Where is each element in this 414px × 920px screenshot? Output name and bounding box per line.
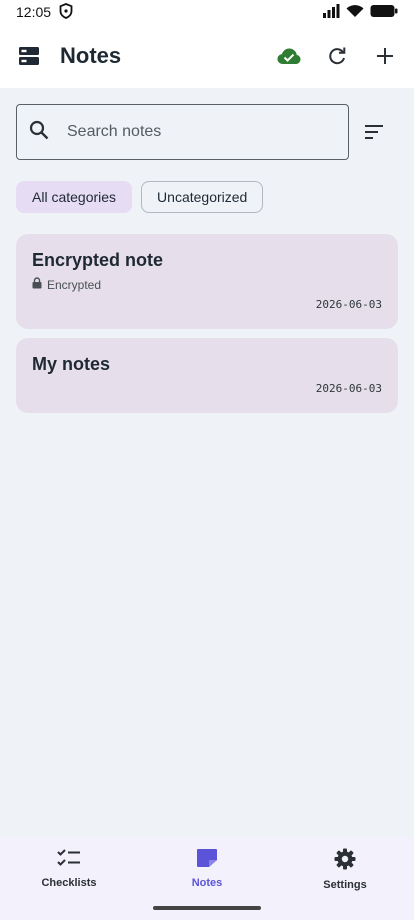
sort-icon[interactable] <box>361 119 387 145</box>
nav-label-settings: Settings <box>323 879 367 891</box>
page-title: Notes <box>60 43 122 68</box>
note-icon <box>196 848 218 873</box>
home-indicator <box>153 906 261 910</box>
status-bar: 12:05 <box>0 0 414 24</box>
app-actions <box>276 43 398 69</box>
nav-item-checklists[interactable]: Checklists <box>0 848 138 889</box>
nav-label-notes: Notes <box>191 877 223 889</box>
note-title: Encrypted note <box>32 250 164 270</box>
gear-icon <box>334 848 356 875</box>
signal-icon <box>322 3 340 21</box>
shield-icon <box>59 2 73 22</box>
search-row <box>16 104 398 160</box>
cloud-done-icon[interactable] <box>276 43 302 69</box>
search-input[interactable] <box>67 123 317 141</box>
note-title: My notes <box>32 354 111 374</box>
note-card[interactable]: My notes 2026-06-03 <box>16 338 398 413</box>
checklist-icon <box>57 848 81 873</box>
nav-label-checklists: Checklists <box>41 877 97 889</box>
category-chips: All categories Uncategorized <box>16 181 264 213</box>
note-card[interactable]: Encrypted note Encrypted 2026-06-03 <box>16 234 398 329</box>
app-bar: Notes <box>0 24 414 88</box>
add-icon[interactable] <box>372 43 398 69</box>
note-date: 2026-06-03 <box>315 298 382 311</box>
wifi-icon <box>346 4 364 21</box>
chip-uncategorized[interactable]: Uncategorized <box>141 181 264 213</box>
search-icon <box>29 120 49 145</box>
note-encrypted-badge: Encrypted <box>32 277 382 292</box>
lock-icon <box>32 277 42 292</box>
nav-item-notes[interactable]: Notes <box>138 848 276 889</box>
chip-all-categories[interactable]: All categories <box>16 181 133 213</box>
storage-icon[interactable] <box>16 43 42 69</box>
nav-item-settings[interactable]: Settings <box>276 848 414 891</box>
search-box[interactable] <box>16 104 349 160</box>
battery-icon <box>370 4 398 21</box>
note-date: 2026-06-03 <box>315 382 382 395</box>
note-subtitle: Encrypted <box>47 277 102 292</box>
status-left: 12:05 <box>16 2 73 22</box>
status-right <box>322 3 398 21</box>
refresh-icon[interactable] <box>324 43 350 69</box>
status-time: 12:05 <box>16 4 52 20</box>
